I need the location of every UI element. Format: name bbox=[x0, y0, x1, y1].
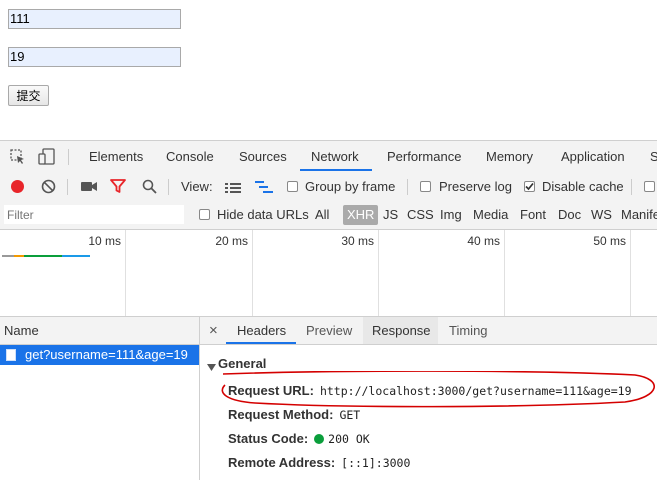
timeline-gridline bbox=[630, 230, 631, 316]
timeline-gridline bbox=[252, 230, 253, 316]
devtools-panel: Elements Console Sources Network Perform… bbox=[0, 140, 657, 480]
red-annotation-ellipse bbox=[221, 371, 655, 408]
detail-active-tab-indicator bbox=[226, 342, 296, 344]
submit-button[interactable]: 提交 bbox=[8, 85, 49, 106]
screenshot-camera-icon[interactable] bbox=[81, 181, 97, 195]
toolbar-separator bbox=[168, 179, 169, 195]
group-by-frame-label: Group by frame bbox=[305, 179, 396, 194]
filter-type-media[interactable]: Media bbox=[473, 201, 508, 229]
filter-type-js[interactable]: JS bbox=[383, 201, 398, 229]
timeline-bar-download bbox=[62, 255, 90, 257]
offline-checkbox[interactable] bbox=[644, 181, 655, 192]
large-rows-icon[interactable] bbox=[225, 182, 241, 196]
filter-type-manifest[interactable]: Manife bbox=[621, 201, 657, 229]
detail-tab-response[interactable]: Response bbox=[372, 317, 431, 344]
name-header-label: Name bbox=[4, 323, 39, 338]
status-code-row: Status Code: 200 OK bbox=[228, 431, 370, 446]
age-input[interactable]: 19 bbox=[8, 47, 181, 67]
tab-elements[interactable]: Elements bbox=[89, 141, 143, 172]
username-input[interactable]: 111 bbox=[8, 9, 181, 29]
toolbar-separator bbox=[631, 179, 632, 195]
device-toolbar-icon[interactable] bbox=[38, 148, 56, 168]
remote-address-value: [::1]:3000 bbox=[341, 456, 411, 470]
timeline-tick-label: 10 ms bbox=[88, 234, 121, 248]
filter-type-ws[interactable]: WS bbox=[591, 201, 612, 229]
timeline-gridline bbox=[378, 230, 379, 316]
remote-address-row: Remote Address: [::1]:3000 bbox=[228, 455, 410, 470]
request-detail-tabbar: × Headers Preview Response Timing bbox=[200, 317, 657, 345]
timeline-tick-label: 20 ms bbox=[215, 234, 248, 248]
request-name: get?username=111&age=19 bbox=[25, 347, 188, 362]
filter-input[interactable] bbox=[4, 205, 184, 224]
timeline-gridline bbox=[125, 230, 126, 316]
request-list bbox=[0, 345, 200, 480]
filter-type-xhr[interactable]: XHR bbox=[343, 205, 379, 225]
timeline-tick-label: 30 ms bbox=[341, 234, 374, 248]
detail-tab-headers[interactable]: Headers bbox=[237, 317, 286, 344]
tab-separator bbox=[68, 149, 69, 165]
filter-funnel-icon[interactable] bbox=[110, 179, 126, 197]
preserve-log-label: Preserve log bbox=[439, 179, 512, 194]
filter-type-all[interactable]: All bbox=[315, 201, 329, 229]
network-toolbar: View: Group by frame Preserve log Disabl… bbox=[0, 172, 657, 202]
clear-icon[interactable] bbox=[41, 179, 56, 197]
hide-data-urls-checkbox[interactable] bbox=[199, 209, 210, 220]
timeline-tick-label: 50 ms bbox=[593, 234, 626, 248]
timeline-bar-queue bbox=[2, 255, 14, 257]
tab-network[interactable]: Network bbox=[311, 141, 359, 172]
remote-address-label: Remote Address: bbox=[228, 455, 336, 470]
tab-sources[interactable]: Sources bbox=[239, 141, 287, 172]
timeline-gridline bbox=[504, 230, 505, 316]
detail-tab-preview[interactable]: Preview bbox=[306, 317, 352, 344]
toolbar-separator bbox=[407, 179, 408, 195]
timeline-bar-waiting bbox=[24, 255, 62, 257]
search-icon[interactable] bbox=[142, 179, 157, 197]
waterfall-overview-icon[interactable] bbox=[255, 181, 273, 196]
record-icon[interactable] bbox=[11, 180, 24, 193]
tab-application[interactable]: Application bbox=[561, 141, 625, 172]
inspect-element-icon[interactable] bbox=[10, 149, 26, 168]
disable-cache-label: Disable cache bbox=[542, 179, 624, 194]
view-label: View: bbox=[181, 179, 213, 194]
hide-data-urls-label: Hide data URLs bbox=[217, 207, 309, 222]
timeline-bar-stalled bbox=[14, 255, 24, 257]
general-section-title[interactable]: General bbox=[218, 356, 266, 371]
status-code-label: Status Code: bbox=[228, 431, 309, 446]
filter-type-font[interactable]: Font bbox=[520, 201, 546, 229]
disable-cache-checkbox[interactable] bbox=[524, 181, 535, 192]
name-column-header[interactable]: Name bbox=[0, 317, 200, 345]
devtools-tabbar: Elements Console Sources Network Perform… bbox=[0, 141, 657, 173]
close-icon[interactable]: × bbox=[209, 317, 218, 344]
network-filter-bar: Hide data URLs All XHR JS CSS Img Media … bbox=[0, 201, 657, 230]
filter-type-doc[interactable]: Doc bbox=[558, 201, 581, 229]
toolbar-separator bbox=[67, 179, 68, 195]
tab-memory[interactable]: Memory bbox=[486, 141, 533, 172]
tab-security-cut[interactable]: S bbox=[650, 141, 657, 172]
tab-console[interactable]: Console bbox=[166, 141, 214, 172]
tab-performance[interactable]: Performance bbox=[387, 141, 461, 172]
filter-type-img[interactable]: Img bbox=[440, 201, 462, 229]
timeline-tick-label: 40 ms bbox=[467, 234, 500, 248]
request-row[interactable]: get?username=111&age=19 bbox=[0, 345, 199, 365]
filter-type-css[interactable]: CSS bbox=[407, 201, 434, 229]
network-overview-timeline[interactable]: 10 ms 20 ms 30 ms 40 ms 50 ms bbox=[0, 230, 657, 317]
group-by-frame-checkbox[interactable] bbox=[287, 181, 298, 192]
preserve-log-checkbox[interactable] bbox=[420, 181, 431, 192]
status-ok-dot-icon bbox=[314, 434, 325, 444]
document-icon bbox=[6, 349, 16, 361]
detail-tab-timing[interactable]: Timing bbox=[449, 317, 488, 344]
active-tab-indicator bbox=[300, 169, 372, 171]
status-code-value: 200 OK bbox=[328, 432, 370, 446]
